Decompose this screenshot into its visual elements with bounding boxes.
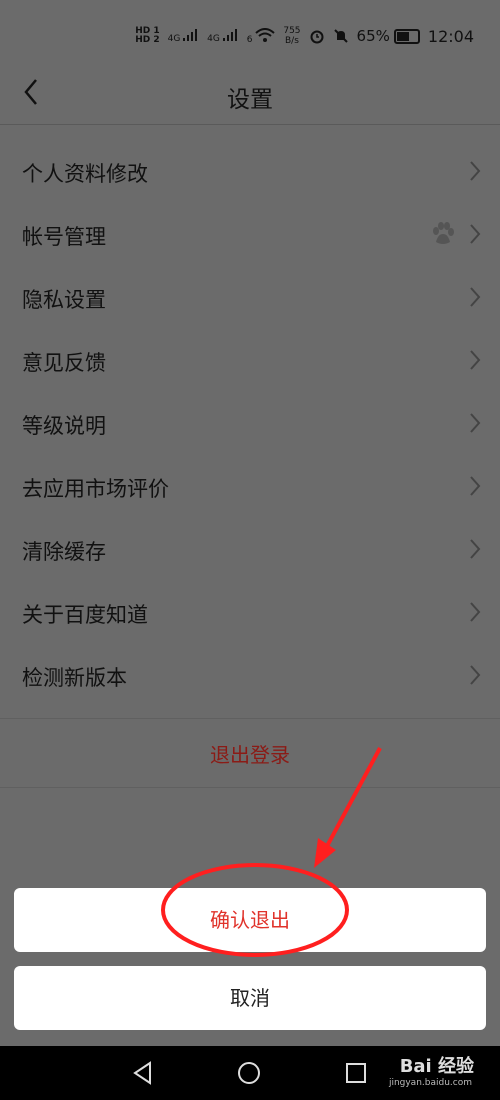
baidu-jingyan-watermark: Bai 经验 (399, 1056, 474, 1077)
signal-icon-1: 4G (167, 28, 200, 44)
logout-button[interactable]: 退出登录 (0, 718, 500, 788)
signal-1-label: 4G (167, 33, 181, 44)
annotation-arrowhead (314, 838, 336, 868)
chevron-right-icon (470, 161, 481, 181)
cancel-label: 取消 (230, 986, 270, 1010)
nav-recents-icon[interactable] (343, 1060, 369, 1086)
menu-item-label: 等级说明 (22, 414, 106, 438)
wifi-icon: 6 (246, 27, 276, 45)
menu-item-level-info[interactable]: 等级说明 (0, 392, 500, 455)
watermark-url: jingyan.baidu.com (388, 1078, 472, 1088)
baidu-paw-icon (433, 222, 454, 244)
menu-item-label: 帐号管理 (22, 225, 106, 249)
menu-item-feedback[interactable]: 意见反馈 (0, 329, 500, 392)
chevron-right-icon (470, 287, 481, 307)
chevron-right-icon (470, 602, 481, 622)
menu-item-label: 检测新版本 (22, 666, 127, 690)
menu-item-profile-edit[interactable]: 个人资料修改 (0, 140, 500, 203)
chevron-right-icon (470, 476, 481, 496)
menu-item-label: 隐私设置 (22, 288, 106, 312)
battery-indicator: 65% (357, 27, 420, 45)
alarm-icon (310, 30, 324, 44)
settings-menu: 个人资料修改 帐号管理 隐私设置 意见反馈 等级说明 去应用市场评价 清除缓存 … (0, 140, 500, 707)
menu-item-about[interactable]: 关于百度知道 (0, 581, 500, 644)
menu-item-privacy[interactable]: 隐私设置 (0, 266, 500, 329)
nav-home-icon[interactable] (236, 1060, 262, 1086)
menu-item-label: 清除缓存 (22, 540, 106, 564)
clock: 12:04 (427, 26, 474, 46)
chevron-right-icon (470, 413, 481, 433)
system-nav-bar: Bai 经验 jingyan.baidu.com (0, 1046, 500, 1100)
signal-icon-2: 4G (207, 28, 239, 44)
battery-fill (396, 31, 409, 41)
chevron-right-icon (470, 224, 481, 244)
wifi-badge-label: 6 (246, 34, 253, 45)
chevron-right-icon (470, 539, 481, 559)
net-speed-unit: B/s (285, 36, 299, 46)
net-speed-value: 755 (283, 26, 301, 36)
status-bar: HD 1 HD 2 4G 4G 6 755 B/s 65% 12:04 (0, 0, 500, 70)
battery-icon (393, 28, 420, 44)
menu-item-clear-cache[interactable]: 清除缓存 (0, 518, 500, 581)
battery-label: 65% (356, 27, 390, 45)
cancel-button[interactable]: 取消 (14, 966, 486, 1030)
menu-item-check-update[interactable]: 检测新版本 (0, 644, 500, 707)
nav-back-icon[interactable] (130, 1060, 156, 1086)
menu-item-account[interactable]: 帐号管理 (0, 203, 500, 266)
status-icons: HD 1 HD 2 4G 4G 6 755 B/s 65% 12:04 (135, 26, 474, 46)
confirm-logout-label: 确认退出 (210, 908, 290, 932)
chevron-right-icon (470, 665, 481, 685)
menu-item-label: 个人资料修改 (22, 162, 148, 186)
logout-label: 退出登录 (210, 743, 290, 767)
header-divider (0, 124, 500, 125)
mute-bell-icon (333, 29, 348, 43)
signal-2-label: 4G (207, 33, 220, 44)
hd2-label: HD 2 (135, 35, 160, 45)
hd-indicators: HD 1 HD 2 (135, 27, 159, 45)
chevron-right-icon (470, 350, 481, 370)
network-speed: 755 B/s (283, 26, 300, 46)
page-title: 设置 (227, 87, 273, 113)
confirm-logout-button[interactable]: 确认退出 (14, 888, 486, 952)
menu-item-label: 意见反馈 (22, 351, 106, 375)
menu-item-label: 去应用市场评价 (22, 477, 169, 501)
top-nav: 设置 (0, 62, 500, 124)
menu-item-rate-app[interactable]: 去应用市场评价 (0, 455, 500, 518)
menu-item-label: 关于百度知道 (22, 603, 148, 627)
